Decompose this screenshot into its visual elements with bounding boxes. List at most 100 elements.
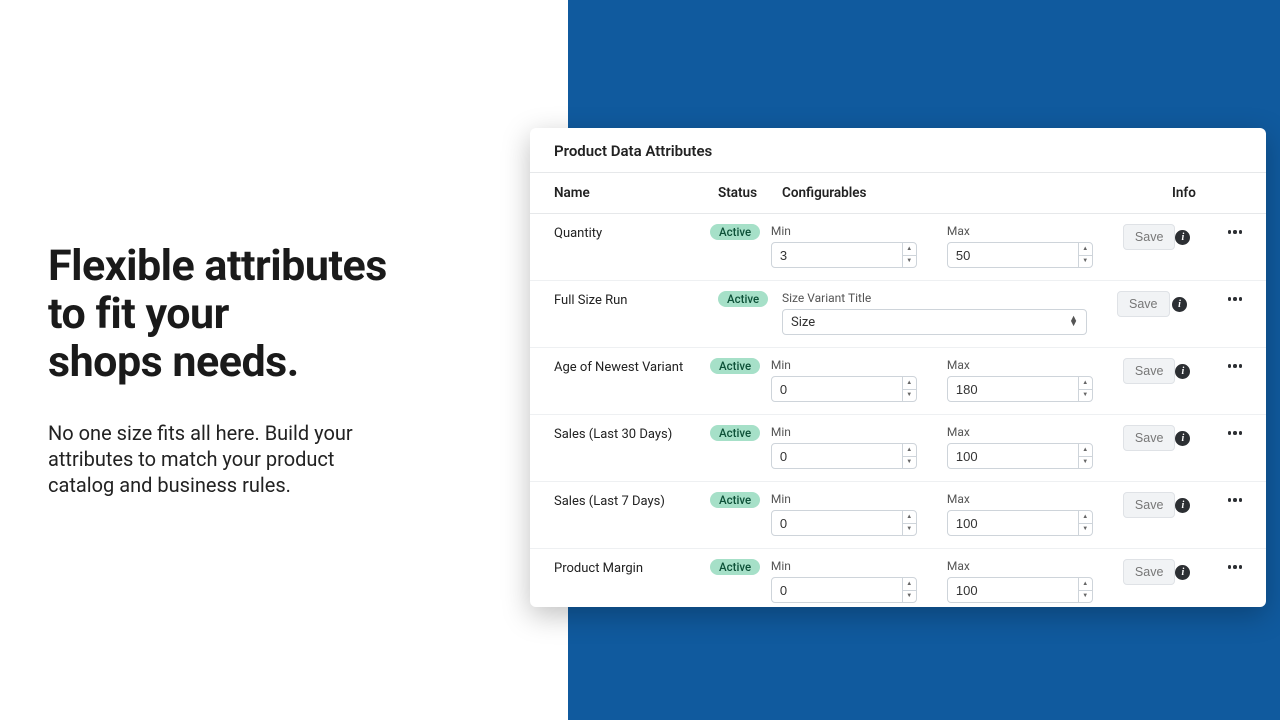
max-group: Max ▲ ▼ <box>947 425 1093 469</box>
max-group: Max ▲ ▼ <box>947 224 1093 268</box>
number-input-min-5[interactable]: ▲ ▼ <box>771 577 917 603</box>
save-button[interactable]: Save <box>1123 224 1176 250</box>
max-group: Max ▲ ▼ <box>947 559 1093 603</box>
step-down-icon[interactable]: ▼ <box>1079 524 1092 536</box>
min-label: Min <box>771 224 917 238</box>
spinner-min-5: ▲ ▼ <box>902 578 916 602</box>
step-up-icon[interactable]: ▲ <box>903 511 916 524</box>
number-input-max-4[interactable]: ▲ ▼ <box>947 510 1093 536</box>
number-field-min-2[interactable] <box>772 377 902 401</box>
save-button[interactable]: Save <box>1123 358 1176 384</box>
min-group: Min ▲ ▼ <box>771 358 917 402</box>
headline-line-1: Flexible attributes <box>48 241 387 291</box>
spinner-min-0: ▲ ▼ <box>902 243 916 267</box>
attributes-panel: Product Data Attributes Name Status Conf… <box>530 128 1266 607</box>
max-label: Max <box>947 492 1093 506</box>
spinner-max-2: ▲ ▼ <box>1078 377 1092 401</box>
step-up-icon[interactable]: ▲ <box>1079 511 1092 524</box>
step-down-icon[interactable]: ▼ <box>1079 591 1092 603</box>
number-field-min-5[interactable] <box>772 578 902 602</box>
row-name: Product Margin <box>554 559 710 576</box>
max-label: Max <box>947 559 1093 573</box>
max-label: Max <box>947 224 1093 238</box>
panel-title: Product Data Attributes <box>530 128 1266 173</box>
col-header-info: Info <box>1172 185 1208 201</box>
info-icon[interactable]: i <box>1172 297 1187 312</box>
number-input-max-5[interactable]: ▲ ▼ <box>947 577 1093 603</box>
marketing-copy: Flexible attributes to fit your shops ne… <box>48 242 468 498</box>
more-icon[interactable] <box>1228 565 1243 569</box>
step-down-icon[interactable]: ▼ <box>903 256 916 268</box>
step-up-icon[interactable]: ▲ <box>903 243 916 256</box>
number-input-min-0[interactable]: ▲ ▼ <box>771 242 917 268</box>
headline-line-2: to fit your <box>48 289 229 339</box>
variant-title-select[interactable]: Size ▲▼ <box>782 309 1087 335</box>
number-input-min-3[interactable]: ▲ ▼ <box>771 443 917 469</box>
min-label: Min <box>771 492 917 506</box>
max-group: Max ▲ ▼ <box>947 492 1093 536</box>
max-label: Max <box>947 425 1093 439</box>
status-badge: Active <box>718 291 768 307</box>
number-field-max-2[interactable] <box>948 377 1078 401</box>
step-up-icon[interactable]: ▲ <box>903 578 916 591</box>
step-down-icon[interactable]: ▼ <box>903 390 916 402</box>
min-label: Min <box>771 358 917 372</box>
max-label: Max <box>947 358 1093 372</box>
max-group: Max ▲ ▼ <box>947 358 1093 402</box>
step-up-icon[interactable]: ▲ <box>1079 578 1092 591</box>
number-field-max-3[interactable] <box>948 444 1078 468</box>
spinner-max-5: ▲ ▼ <box>1078 578 1092 602</box>
more-icon[interactable] <box>1228 230 1243 234</box>
number-field-max-0[interactable] <box>948 243 1078 267</box>
number-input-min-4[interactable]: ▲ ▼ <box>771 510 917 536</box>
status-badge: Active <box>710 224 760 240</box>
step-down-icon[interactable]: ▼ <box>903 457 916 469</box>
more-icon[interactable] <box>1228 297 1243 301</box>
spinner-min-3: ▲ ▼ <box>902 444 916 468</box>
number-input-max-3[interactable]: ▲ ▼ <box>947 443 1093 469</box>
number-field-min-3[interactable] <box>772 444 902 468</box>
step-down-icon[interactable]: ▼ <box>1079 390 1092 402</box>
number-input-min-2[interactable]: ▲ ▼ <box>771 376 917 402</box>
marketing-headline: Flexible attributes to fit your shops ne… <box>48 242 468 386</box>
step-up-icon[interactable]: ▲ <box>1079 377 1092 390</box>
info-icon[interactable]: i <box>1175 431 1190 446</box>
min-label: Min <box>771 425 917 439</box>
step-down-icon[interactable]: ▼ <box>1079 457 1092 469</box>
number-input-max-2[interactable]: ▲ ▼ <box>947 376 1093 402</box>
step-up-icon[interactable]: ▲ <box>1079 243 1092 256</box>
info-icon[interactable]: i <box>1175 565 1190 580</box>
row-name: Age of Newest Variant <box>554 358 710 375</box>
step-up-icon[interactable]: ▲ <box>1079 444 1092 457</box>
more-icon[interactable] <box>1228 498 1243 502</box>
more-icon[interactable] <box>1228 431 1243 435</box>
min-label: Min <box>771 559 917 573</box>
table-row: Sales (Last 30 Days) Active Min ▲ ▼ Max … <box>530 415 1266 482</box>
info-icon[interactable]: i <box>1175 230 1190 245</box>
spinner-min-2: ▲ ▼ <box>902 377 916 401</box>
info-icon[interactable]: i <box>1175 498 1190 513</box>
number-field-max-4[interactable] <box>948 511 1078 535</box>
more-icon[interactable] <box>1228 364 1243 368</box>
spinner-max-4: ▲ ▼ <box>1078 511 1092 535</box>
min-group: Min ▲ ▼ <box>771 559 917 603</box>
number-input-max-0[interactable]: ▲ ▼ <box>947 242 1093 268</box>
save-button[interactable]: Save <box>1117 291 1170 317</box>
save-button[interactable]: Save <box>1123 559 1176 585</box>
step-down-icon[interactable]: ▼ <box>1079 256 1092 268</box>
number-field-min-4[interactable] <box>772 511 902 535</box>
save-button[interactable]: Save <box>1123 492 1176 518</box>
headline-line-3: shops needs. <box>48 337 299 387</box>
step-down-icon[interactable]: ▼ <box>903 591 916 603</box>
table-row: Quantity Active Min ▲ ▼ Max ▲ ▼ Save i <box>530 214 1266 281</box>
step-up-icon[interactable]: ▲ <box>903 377 916 390</box>
min-group: Min ▲ ▼ <box>771 492 917 536</box>
table-row: Age of Newest Variant Active Min ▲ ▼ Max… <box>530 348 1266 415</box>
step-down-icon[interactable]: ▼ <box>903 524 916 536</box>
save-button[interactable]: Save <box>1123 425 1176 451</box>
number-field-min-0[interactable] <box>772 243 902 267</box>
step-up-icon[interactable]: ▲ <box>903 444 916 457</box>
number-field-max-5[interactable] <box>948 578 1078 602</box>
info-icon[interactable]: i <box>1175 364 1190 379</box>
status-badge: Active <box>710 425 760 441</box>
